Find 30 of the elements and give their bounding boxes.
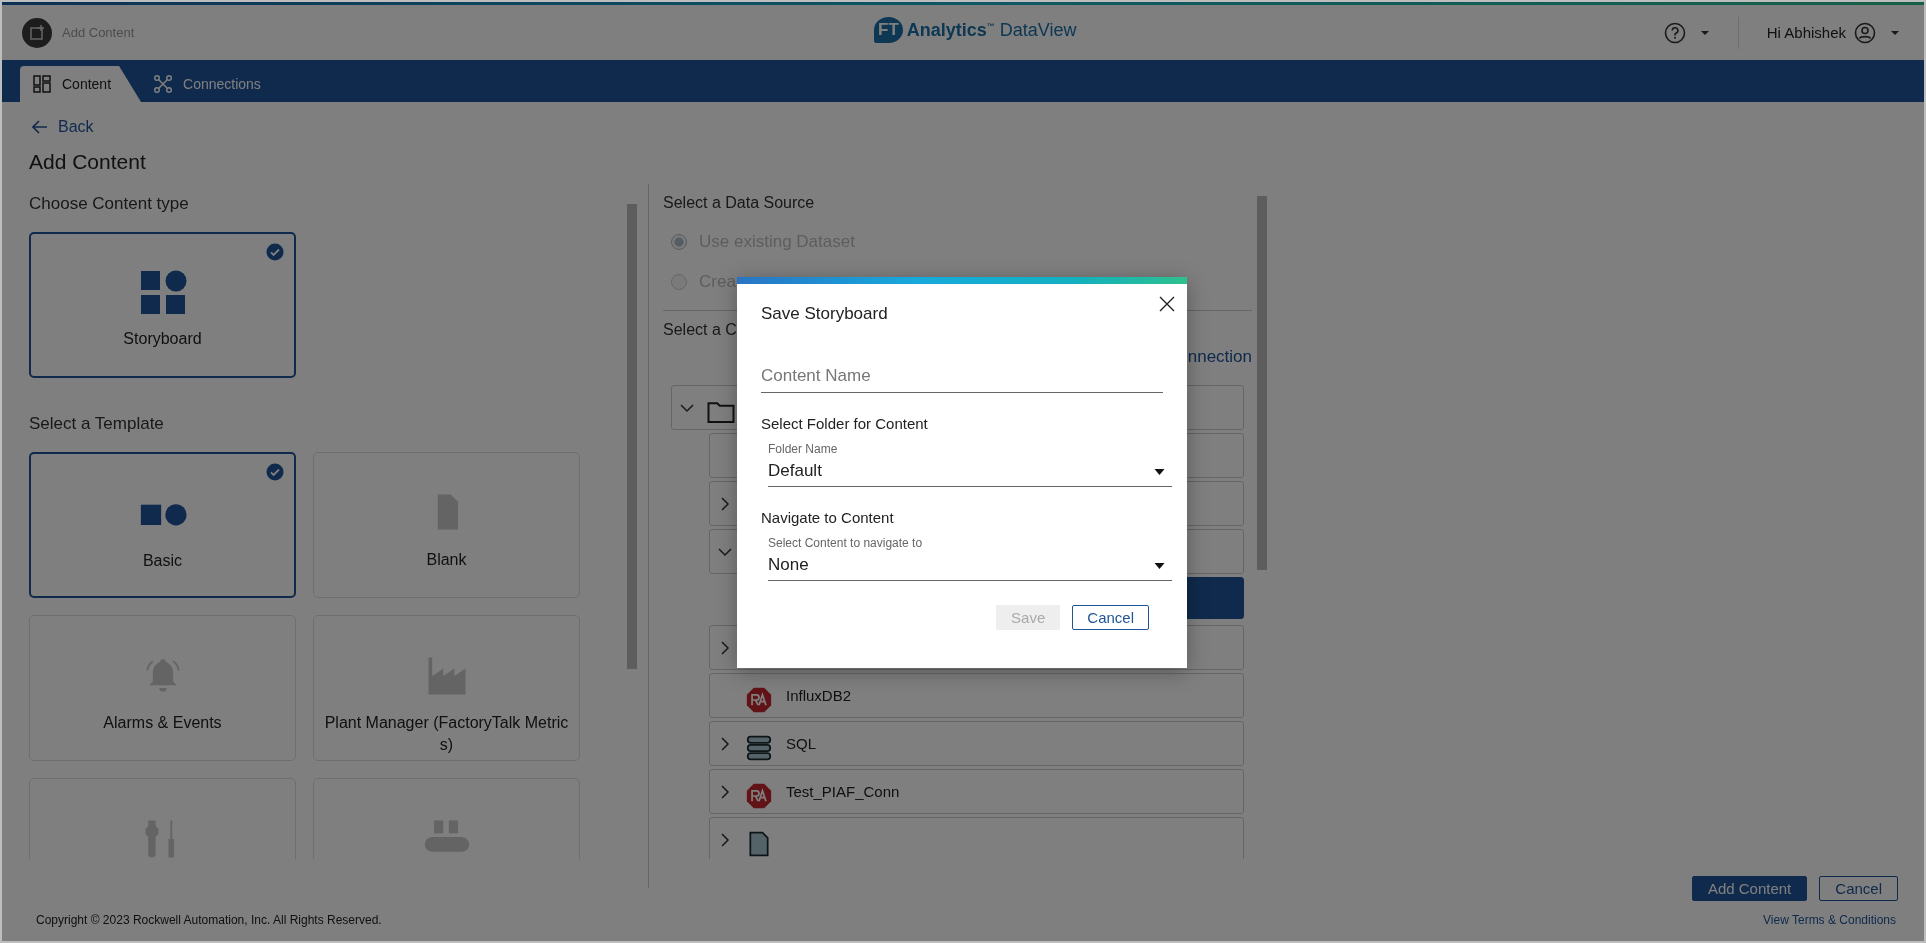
- back-link[interactable]: Back: [32, 118, 94, 136]
- page-title: Add Content: [29, 150, 147, 174]
- tree-row[interactable]: InfluxDB2: [709, 673, 1244, 718]
- terms-link[interactable]: View Terms & Conditions: [1763, 913, 1896, 927]
- content-type-card[interactable]: Storyboard: [29, 232, 296, 378]
- logo-text: Analytics$^{™}$ DataView: [906, 19, 1077, 41]
- section-heading: Select a Template: [29, 413, 165, 434]
- user-menu-button[interactable]: Hi Abhishek: [1762, 21, 1904, 44]
- template-card[interactable]: Alarms & Events: [29, 615, 296, 761]
- section-heading: Select a Data Source: [663, 193, 816, 212]
- logo-mark: FT: [874, 17, 903, 43]
- cancel-button[interactable]: Cancel: [1072, 605, 1149, 630]
- section-heading: Navigate to Content: [761, 509, 895, 526]
- dialog-title: Save Storyboard: [761, 304, 889, 324]
- tree-row[interactable]: SQL: [709, 721, 1244, 766]
- copyright-text: Copyright © 2023 Rockwell Automation, Inc. All Rights Reserved.: [36, 913, 382, 927]
- section-heading: Select a C: [663, 320, 737, 339]
- new-connection-link[interactable]: nnection: [1187, 347, 1252, 367]
- add-content-button[interactable]: Add Content: [1691, 876, 1808, 901]
- tree-row[interactable]: Test_PIAF_Conn: [709, 769, 1244, 814]
- template-card[interactable]: Plant Manager (FactoryTalk Metrics): [313, 615, 580, 761]
- template-card[interactable]: Basic: [29, 452, 296, 598]
- cancel-button[interactable]: Cancel: [1819, 876, 1898, 901]
- nav-tab[interactable]: Connections: [141, 66, 291, 102]
- section-heading: Select Folder for Content: [761, 415, 929, 432]
- template-card[interactable]: Blank: [313, 452, 580, 598]
- navigate-select[interactable]: Select Content to navigate to None: [768, 536, 1172, 581]
- section-heading: Choose Content type: [29, 193, 190, 214]
- nav-tab[interactable]: Content: [20, 66, 142, 102]
- folder-select[interactable]: Folder Name Default: [768, 442, 1172, 487]
